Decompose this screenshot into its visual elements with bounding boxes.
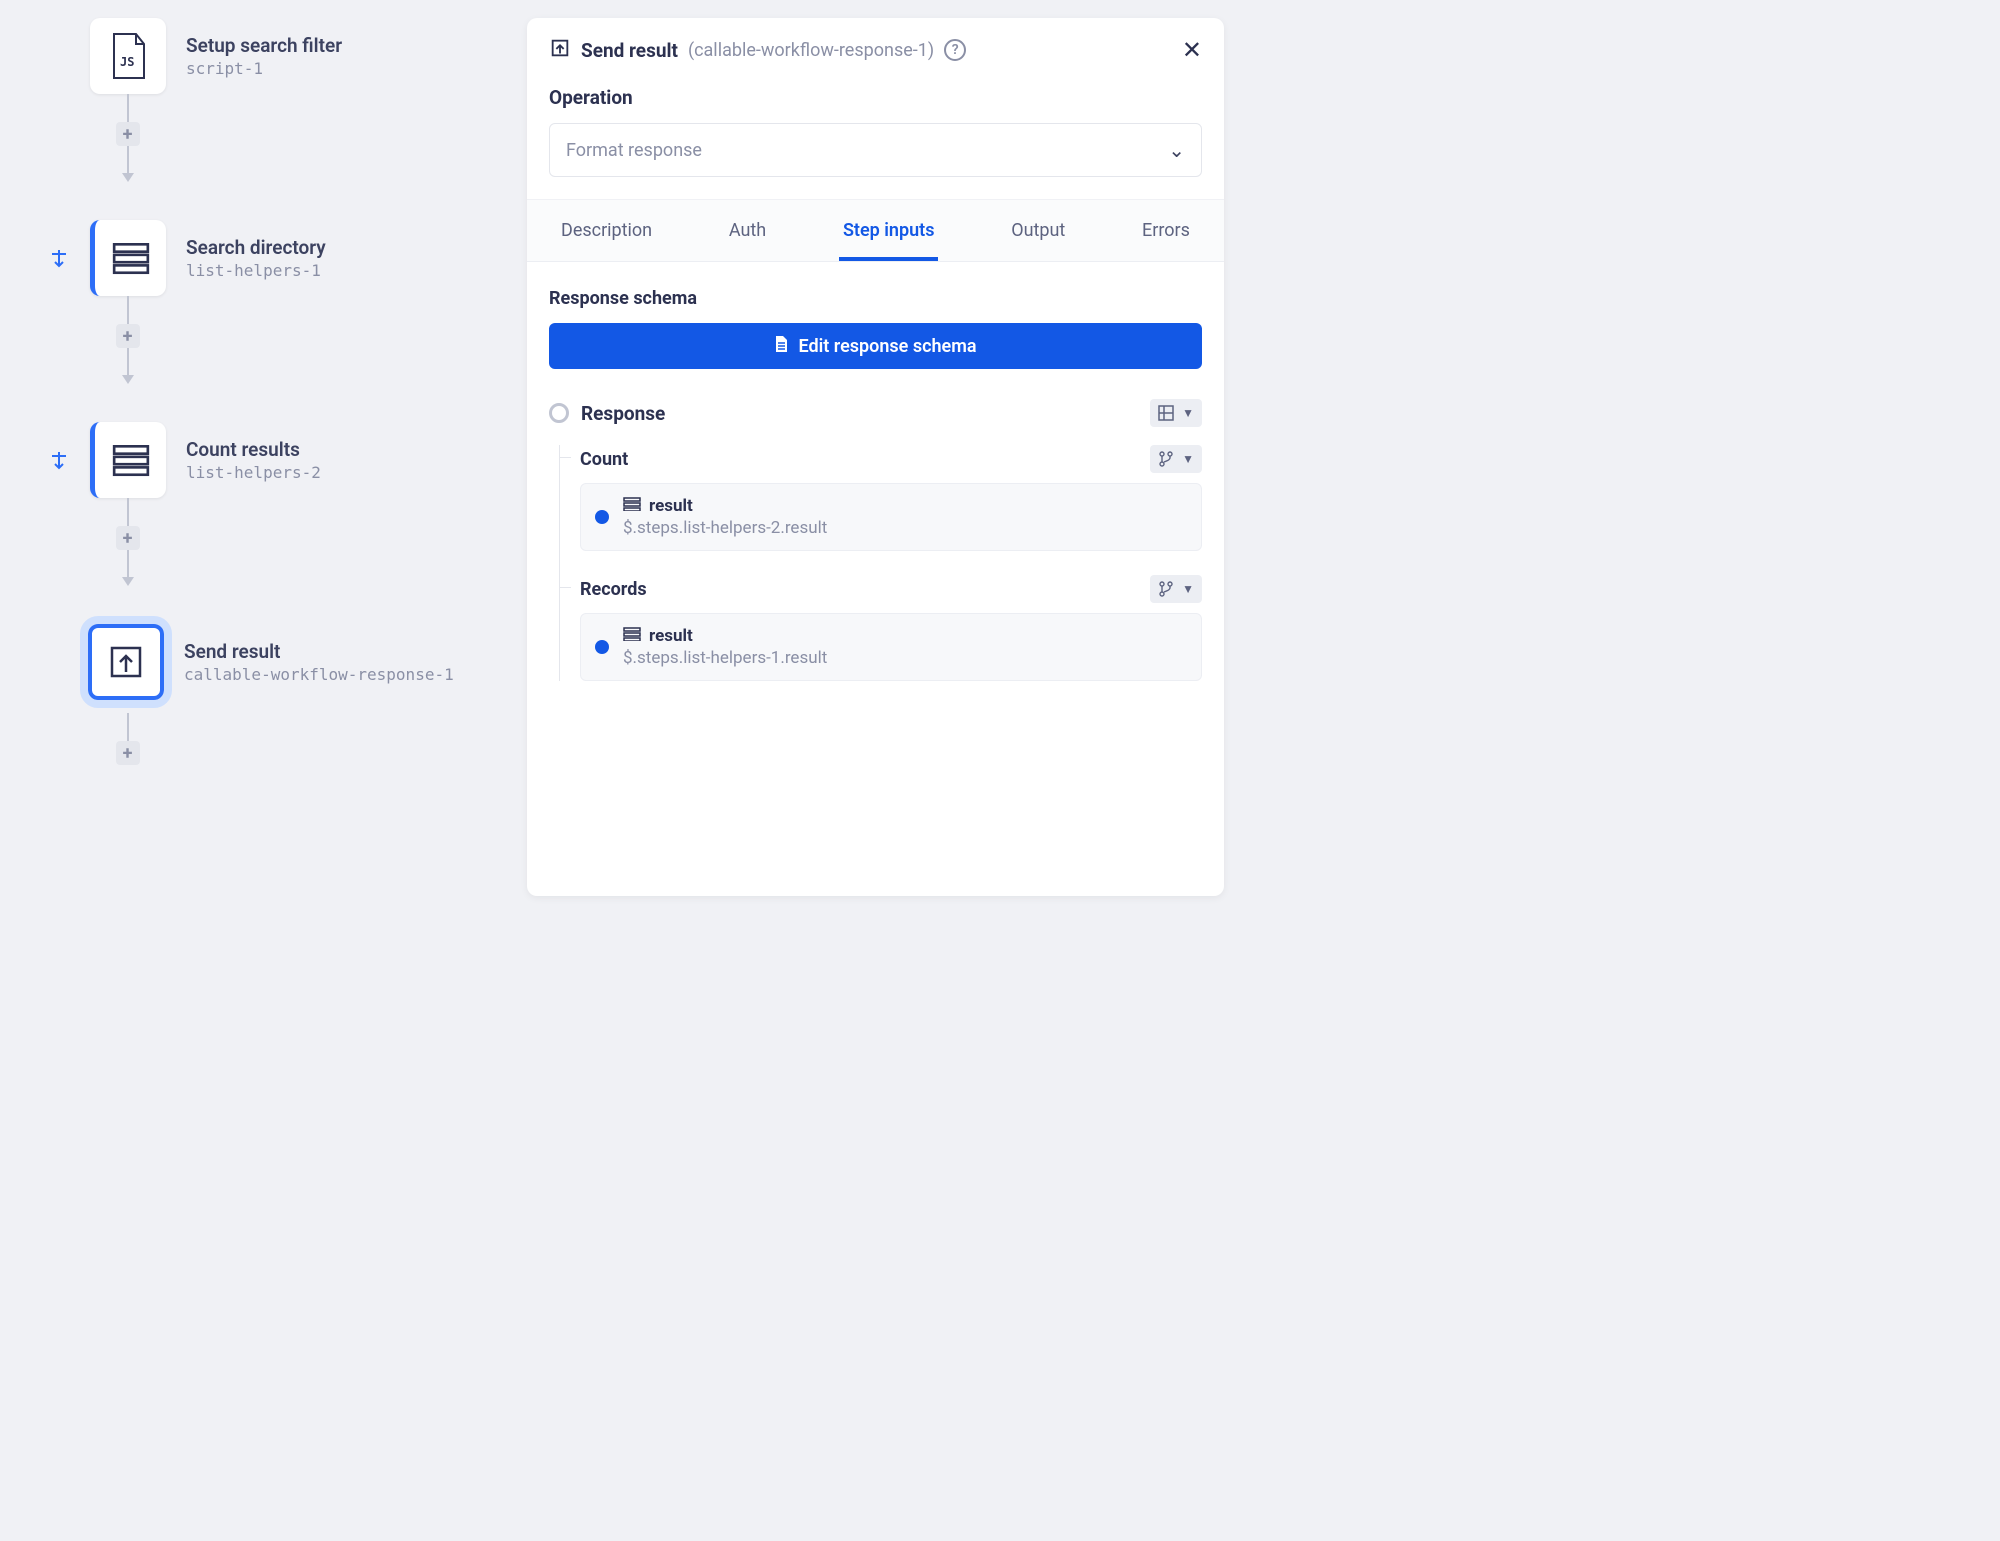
operation-label: Operation <box>549 86 1202 109</box>
response-radio[interactable] <box>549 403 569 423</box>
node-card-selected[interactable] <box>88 624 164 700</box>
connected-dot-icon <box>595 510 609 524</box>
node-title: Search directory <box>186 236 326 259</box>
table-icon <box>1158 405 1174 421</box>
step-inputs-content: Response schema Edit response schema Res… <box>527 261 1224 896</box>
tab-step-inputs[interactable]: Step inputs <box>839 210 939 261</box>
node-card[interactable]: JS <box>90 18 166 94</box>
upload-response-icon <box>549 37 571 63</box>
workflow-canvas[interactable]: JS Setup search filter script-1 + Search… <box>0 0 520 952</box>
node-subtitle: list-helpers-2 <box>186 463 321 482</box>
chevron-down-icon: ⌄ <box>1168 138 1185 162</box>
value-path: $.steps.list-helpers-2.result <box>623 518 827 538</box>
add-step-button[interactable]: + <box>116 741 140 765</box>
response-fields: Count ▼ <box>559 445 1202 681</box>
node-text: Send result callable-workflow-response-1 <box>184 640 454 684</box>
field-label: Count <box>580 449 628 470</box>
panel-subtitle: (callable-workflow-response-1) <box>688 40 934 61</box>
node-subtitle: callable-workflow-response-1 <box>184 665 454 684</box>
node-text: Search directory list-helpers-1 <box>186 236 326 280</box>
tab-description[interactable]: Description <box>557 210 656 261</box>
drag-indicator-icon <box>50 250 68 273</box>
value-path: $.steps.list-helpers-1.result <box>623 648 827 668</box>
svg-text:JS: JS <box>120 55 134 69</box>
caret-down-icon: ▼ <box>1182 452 1194 466</box>
operation-section: Operation Format response ⌄ <box>527 64 1224 199</box>
list-icon <box>623 496 641 516</box>
list-icon <box>623 626 641 646</box>
document-icon <box>774 335 788 357</box>
add-step-button[interactable]: + <box>116 122 140 146</box>
response-type-selector[interactable]: ▼ <box>1150 399 1202 427</box>
close-button[interactable]: ✕ <box>1182 36 1202 64</box>
add-step-button[interactable]: + <box>116 324 140 348</box>
node-subtitle: script-1 <box>186 59 342 78</box>
node-title: Count results <box>186 438 321 461</box>
node-card[interactable] <box>90 422 166 498</box>
field-records-header: Records ▼ <box>580 575 1202 603</box>
field-records-value[interactable]: result $.steps.list-helpers-1.result <box>580 613 1202 681</box>
connector: + <box>127 498 128 586</box>
node-text: Count results list-helpers-2 <box>186 438 321 482</box>
workflow-node-send-result[interactable]: Send result callable-workflow-response-1 <box>88 624 454 700</box>
edit-button-label: Edit response schema <box>798 336 976 357</box>
connector: + <box>127 94 128 182</box>
connector-end: + <box>127 713 128 765</box>
tabs-bar: Description Auth Step inputs Output Erro… <box>527 199 1224 261</box>
branch-icon <box>1158 451 1174 467</box>
field-type-selector[interactable]: ▼ <box>1150 445 1202 473</box>
field-count-value[interactable]: result $.steps.list-helpers-2.result <box>580 483 1202 551</box>
workflow-node-setup-search-filter[interactable]: JS Setup search filter script-1 <box>90 18 342 94</box>
list-icon <box>111 234 151 282</box>
panel-title: Send result <box>581 39 678 62</box>
drag-indicator-icon <box>50 452 68 475</box>
properties-panel: Send result (callable-workflow-response-… <box>527 18 1224 896</box>
branch-icon <box>1158 581 1174 597</box>
node-text: Setup search filter script-1 <box>186 34 342 78</box>
js-file-icon: JS <box>108 32 148 80</box>
caret-down-icon: ▼ <box>1182 582 1194 596</box>
response-schema-label: Response schema <box>549 288 1202 309</box>
workflow-node-count-results[interactable]: Count results list-helpers-2 <box>90 422 321 498</box>
value-title: result <box>649 496 693 516</box>
tab-errors[interactable]: Errors <box>1138 210 1194 261</box>
connected-dot-icon <box>595 640 609 654</box>
node-card[interactable] <box>90 220 166 296</box>
operation-select[interactable]: Format response ⌄ <box>549 123 1202 177</box>
response-header: Response ▼ <box>549 399 1202 427</box>
workflow-node-search-directory[interactable]: Search directory list-helpers-1 <box>90 220 326 296</box>
node-title: Setup search filter <box>186 34 342 57</box>
tab-output[interactable]: Output <box>1007 210 1069 261</box>
node-subtitle: list-helpers-1 <box>186 261 326 280</box>
edit-response-schema-button[interactable]: Edit response schema <box>549 323 1202 369</box>
help-icon[interactable]: ? <box>944 39 966 61</box>
value-title: result <box>649 626 693 646</box>
field-count-header: Count ▼ <box>580 445 1202 473</box>
field-label: Records <box>580 579 647 600</box>
operation-value: Format response <box>566 140 702 161</box>
add-step-button[interactable]: + <box>116 526 140 550</box>
panel-header: Send result (callable-workflow-response-… <box>527 18 1224 64</box>
list-icon <box>111 436 151 484</box>
caret-down-icon: ▼ <box>1182 406 1194 420</box>
tab-auth[interactable]: Auth <box>725 210 770 261</box>
field-type-selector[interactable]: ▼ <box>1150 575 1202 603</box>
upload-response-icon <box>106 638 146 686</box>
response-label: Response <box>581 402 665 425</box>
connector: + <box>127 296 128 384</box>
node-title: Send result <box>184 640 454 663</box>
